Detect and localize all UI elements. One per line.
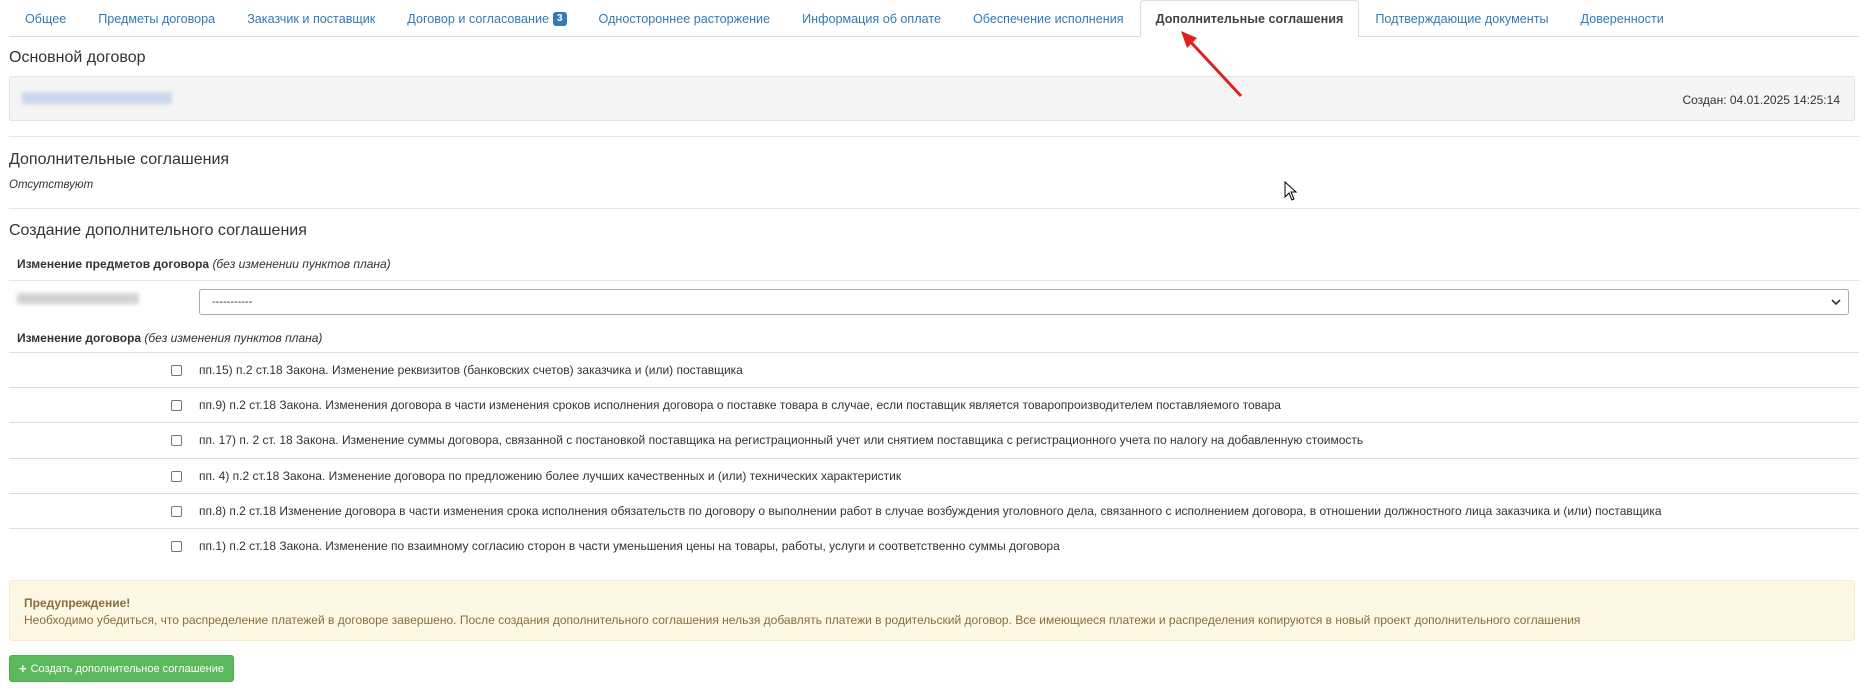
divider <box>9 208 1859 209</box>
tab-unilateral-termination[interactable]: Одностороннее расторжение <box>583 1 787 36</box>
list-item: пп. 17) п. 2 ст. 18 Закона. Изменение су… <box>9 422 1859 457</box>
create-section-title: Создание дополнительного соглашения <box>9 222 307 239</box>
list-item: пп.9) п.2 ст.18 Закона. Изменения догово… <box>9 387 1859 422</box>
tab-payment-info[interactable]: Информация об оплате <box>786 1 957 36</box>
mouse-cursor-icon <box>1284 181 1298 201</box>
divider <box>9 136 1859 137</box>
option-checkbox[interactable] <box>171 400 182 411</box>
contract-change-note: (без изменения пунктов плана) <box>144 331 323 345</box>
tab-label: Предметы договора <box>98 12 216 26</box>
created-timestamp: Создан: 04.01.2025 14:25:14 <box>1682 93 1840 107</box>
tab-general[interactable]: Общее <box>9 1 82 36</box>
supplements-title: Дополнительные соглашения <box>9 151 230 168</box>
list-item: пп. 4) п.2 ст.18 Закона. Изменение догов… <box>9 458 1859 493</box>
contract-item-select[interactable]: ----------- <box>199 289 1849 315</box>
warning-alert: Предупреждение! Необходимо убедиться, чт… <box>9 580 1855 641</box>
tab-label: Общее <box>25 12 67 26</box>
annotation-arrow-icon <box>1181 31 1243 98</box>
tab-label: Подтверждающие документы <box>1375 12 1549 26</box>
tab-label: Обеспечение исполнения <box>972 12 1124 26</box>
option-label: пп. 17) п. 2 ст. 18 Закона. Изменение су… <box>199 433 1364 447</box>
tab-bar: Общее Предметы договора Заказчик и поста… <box>9 0 1859 37</box>
list-item: пп.15) п.2 ст.18 Закона. Изменение рекви… <box>9 352 1859 387</box>
create-supplement-button[interactable]: + Создать дополнительное соглашение <box>9 655 234 682</box>
main-contract-panel: Создан: 04.01.2025 14:25:14 <box>9 76 1855 121</box>
tab-contract-approval[interactable]: Договор и согласование 3 <box>391 1 582 36</box>
option-checkbox[interactable] <box>171 435 182 446</box>
chevron-down-icon <box>1831 290 1841 322</box>
count-badge: 3 <box>552 12 567 26</box>
contract-change-heading: Изменение договора (без изменения пункто… <box>17 331 322 345</box>
tab-label: Договор и согласование <box>407 12 549 26</box>
option-checkbox[interactable] <box>171 471 182 482</box>
create-button-label: Создать дополнительное соглашение <box>30 662 224 675</box>
warning-text: Необходимо убедиться, что распределение … <box>24 613 1581 627</box>
tab-contract-items[interactable]: Предметы договора <box>82 1 231 36</box>
items-change-note: (без изменении пунктов плана) <box>212 257 391 271</box>
tab-performance-security[interactable]: Обеспечение исполнения <box>957 1 1140 36</box>
tab-label: Доверенности <box>1580 12 1664 26</box>
option-label: пп.15) п.2 ст.18 Закона. Изменение рекви… <box>199 363 743 377</box>
option-checkbox[interactable] <box>171 365 182 376</box>
tab-supplementary-agreements[interactable]: Дополнительные соглашения <box>1139 0 1360 37</box>
redacted-contract-link[interactable] <box>22 92 172 104</box>
tab-label: Информация об оплате <box>802 12 941 26</box>
plus-icon: + <box>19 661 27 676</box>
select-value: ----------- <box>212 296 253 308</box>
option-checkbox[interactable] <box>171 506 182 517</box>
list-item: пп.8) п.2 ст.18 Изменение договора в час… <box>9 493 1859 528</box>
redacted-item-label <box>17 293 139 304</box>
option-label: пп. 4) п.2 ст.18 Закона. Изменение догов… <box>199 469 902 483</box>
supplements-status: Отсутствуют <box>9 179 94 191</box>
tab-powers-of-attorney[interactable]: Доверенности <box>1565 1 1680 36</box>
divider <box>9 280 1859 281</box>
tab-label: Одностороннее расторжение <box>598 12 771 26</box>
option-label: пп.1) п.2 ст.18 Закона. Изменение по вза… <box>199 539 1060 553</box>
option-checkbox[interactable] <box>171 541 182 552</box>
option-label: пп.8) п.2 ст.18 Изменение договора в час… <box>199 504 1662 518</box>
items-change-heading: Изменение предметов договора (без измене… <box>17 257 391 271</box>
option-label: пп.9) п.2 ст.18 Закона. Изменения догово… <box>199 398 1281 412</box>
main-contract-title: Основной договор <box>9 49 146 66</box>
tab-customer-supplier[interactable]: Заказчик и поставщик <box>231 1 391 36</box>
items-change-label: Изменение предметов договора <box>17 257 210 271</box>
warning-title: Предупреждение! <box>24 596 131 610</box>
tab-supporting-documents[interactable]: Подтверждающие документы <box>1359 1 1564 36</box>
list-item: пп.1) п.2 ст.18 Закона. Изменение по вза… <box>9 528 1859 563</box>
contract-change-label: Изменение договора <box>17 331 142 345</box>
tab-label: Заказчик и поставщик <box>247 12 376 26</box>
tab-label: Дополнительные соглашения <box>1155 12 1344 26</box>
